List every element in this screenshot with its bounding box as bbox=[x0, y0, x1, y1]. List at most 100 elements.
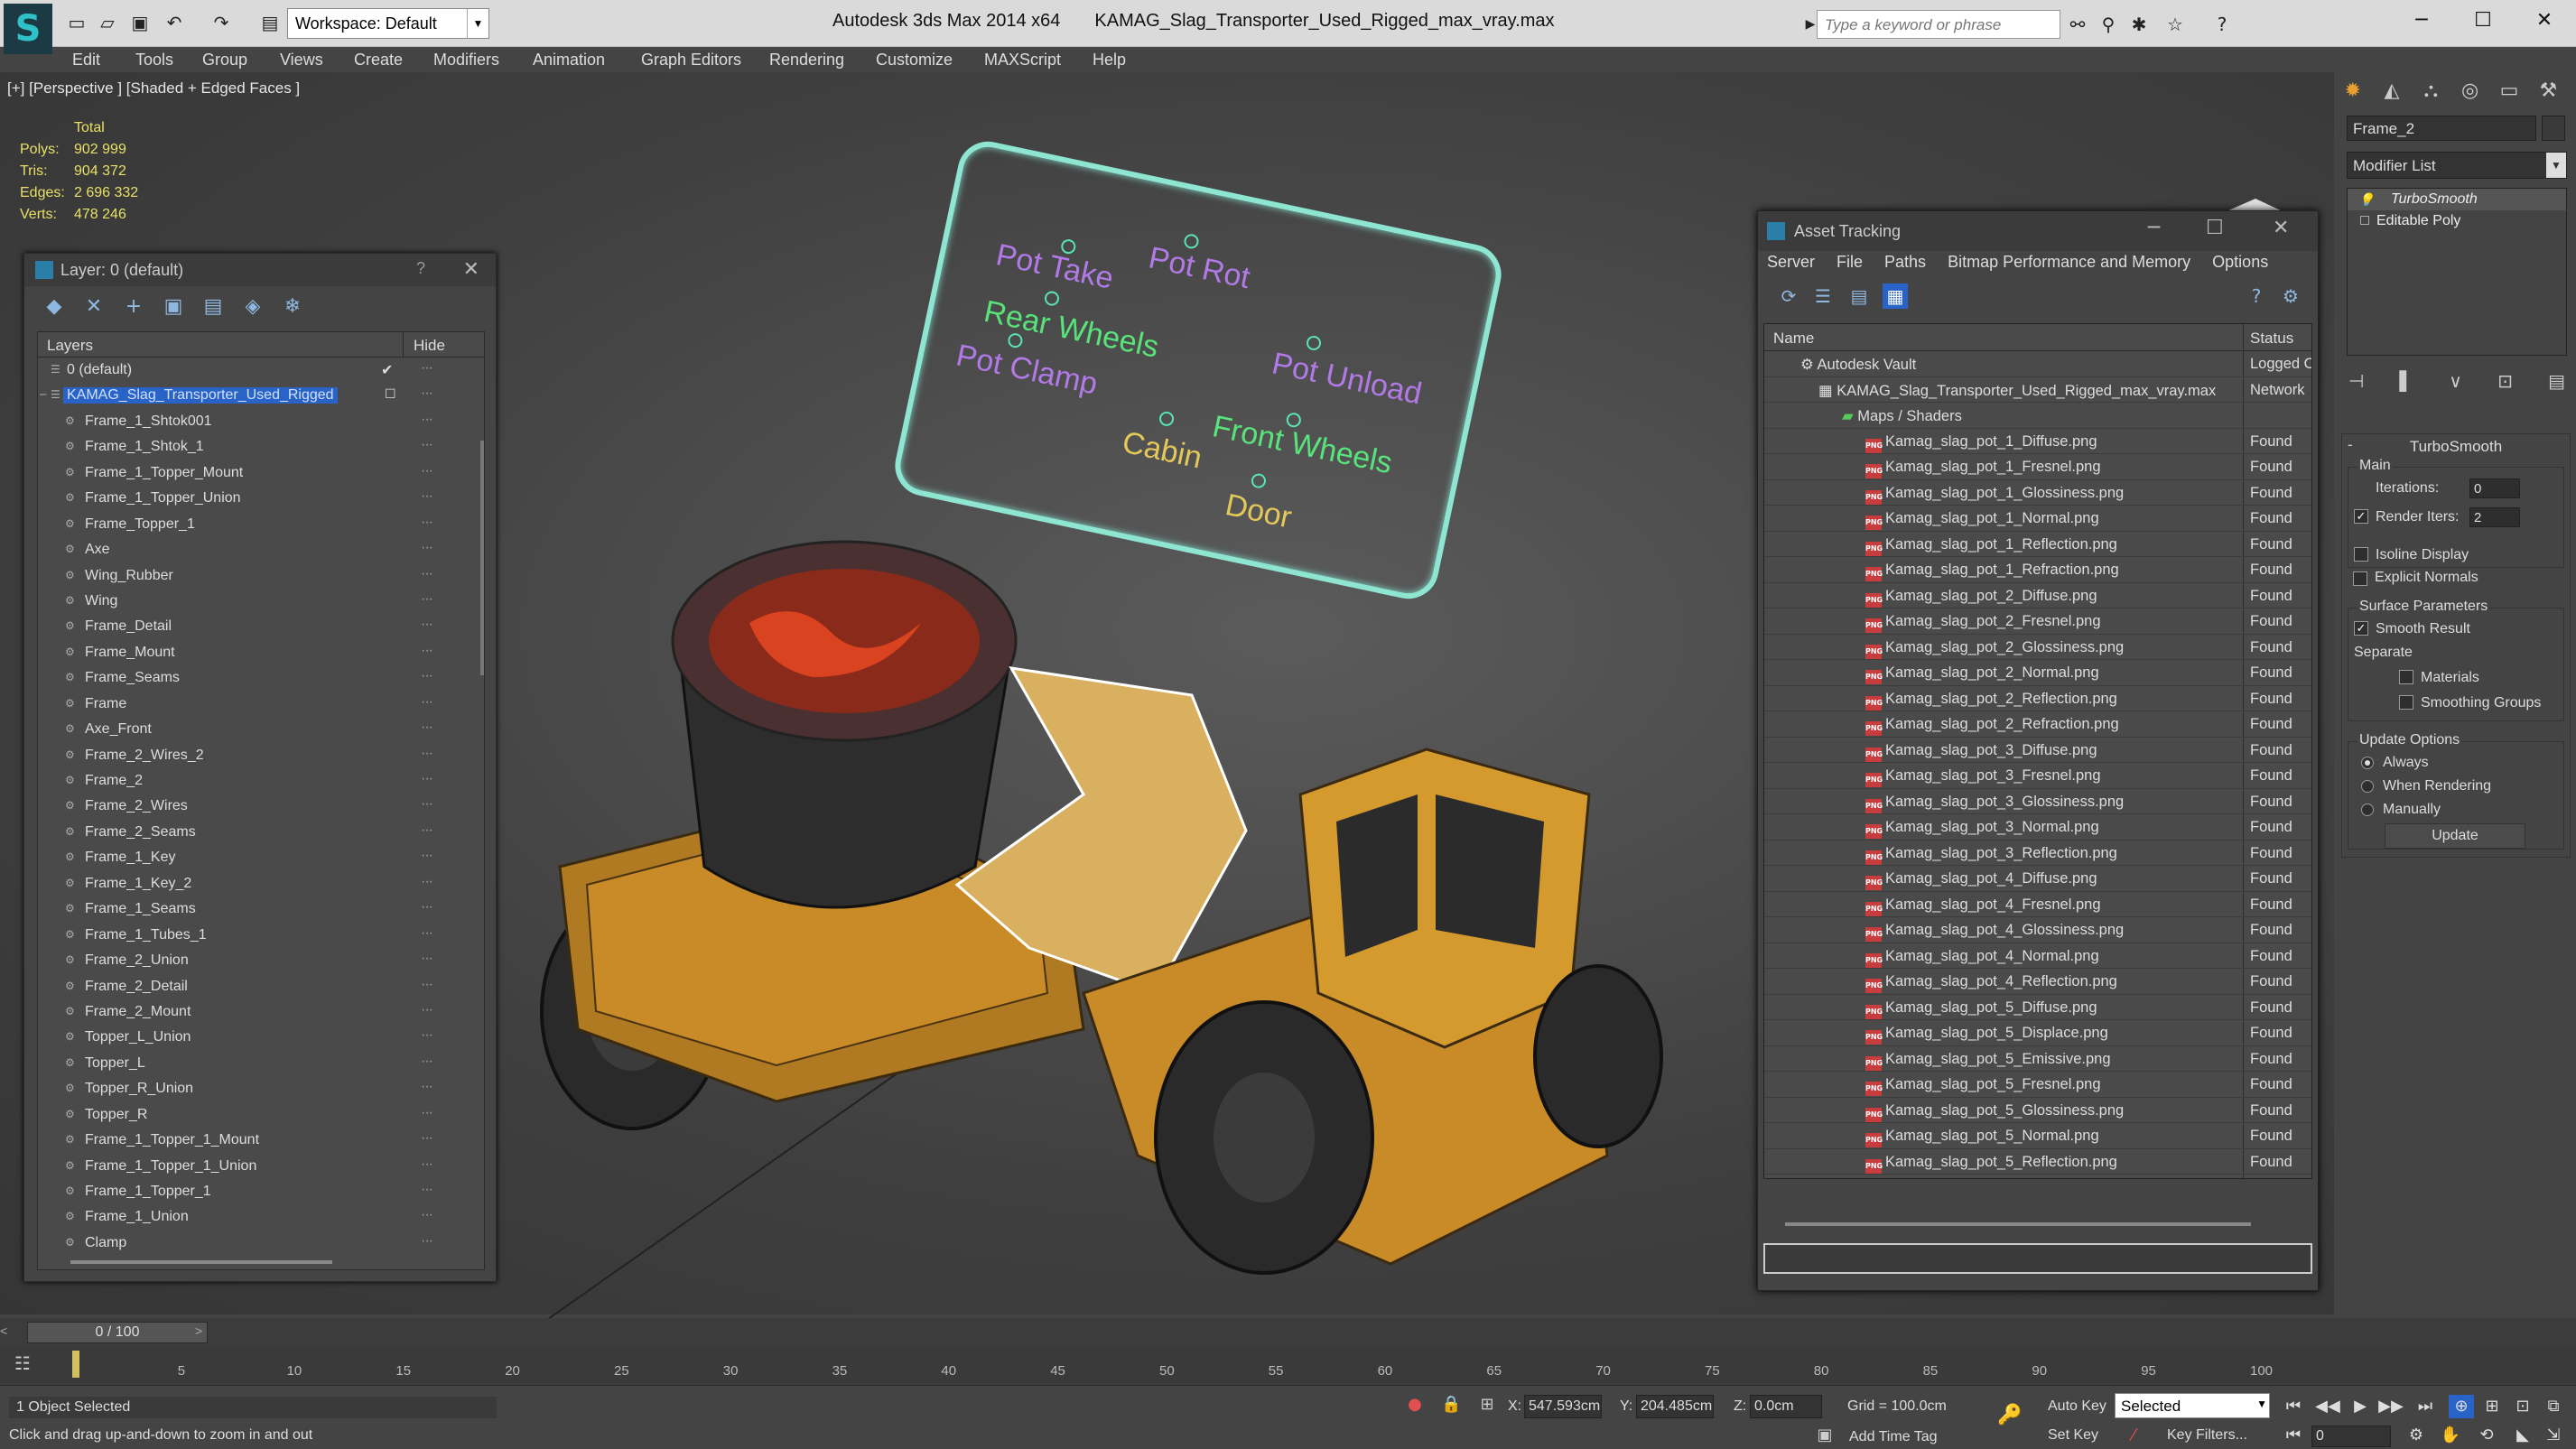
close-icon[interactable]: ✕ bbox=[2525, 5, 2564, 36]
go-to-end-icon[interactable]: ⏭ bbox=[2413, 1395, 2438, 1418]
hide-toggle[interactable]: ··· bbox=[421, 822, 433, 839]
next-frame-icon[interactable]: > bbox=[195, 1324, 202, 1338]
rig-control-handle[interactable] bbox=[1250, 472, 1268, 490]
asset-file-row[interactable]: PNG Kamag_slag_pot_4_Diffuse.png Found bbox=[1764, 866, 2311, 892]
subscription-icon[interactable]: ⚲ bbox=[2095, 11, 2122, 38]
set-active-checkbox[interactable]: ☐ bbox=[385, 386, 396, 402]
stack-item-editable-poly[interactable]: Editable Poly bbox=[2348, 210, 2566, 232]
layer-object-row[interactable]: ⚙ Frame_Mount ··· bbox=[38, 640, 484, 665]
layer-list[interactable]: Layers Hide ☰ 0 (default) ✔ ··· ─ ☰ KAMA… bbox=[37, 331, 485, 1270]
layer-object-row[interactable]: ⚙ Frame_2_Wires ··· bbox=[38, 794, 484, 819]
rig-control-handle[interactable] bbox=[1158, 410, 1176, 428]
rig-label-pot-take[interactable]: Pot Take bbox=[993, 237, 1117, 297]
layer-panel-titlebar[interactable]: Layer: 0 (default) ? ✕ bbox=[24, 254, 496, 286]
layer-object-row[interactable]: ⚙ Frame_Detail ··· bbox=[38, 614, 484, 639]
key-filters-button[interactable]: Key Filters... bbox=[2167, 1427, 2247, 1444]
play-icon[interactable]: ▶ bbox=[2348, 1395, 2373, 1418]
layer-object-row[interactable]: ⚙ Frame_2_Mount ··· bbox=[38, 999, 484, 1025]
hide-toggle[interactable]: ··· bbox=[421, 796, 433, 813]
asset-menu-paths[interactable]: Paths bbox=[1884, 251, 1926, 278]
pan-icon[interactable]: ✋ bbox=[2438, 1424, 2463, 1447]
hierarchy-tab-icon[interactable]: ⛬ bbox=[2416, 78, 2446, 105]
zoom-all-icon[interactable]: ⊞ bbox=[2479, 1395, 2505, 1418]
hide-toggle[interactable]: ··· bbox=[421, 437, 433, 453]
hide-toggle[interactable]: ··· bbox=[421, 977, 433, 993]
layer-object-row[interactable]: ⚙ Frame_1_Shtok001 ··· bbox=[38, 409, 484, 434]
rig-label-cabin[interactable]: Cabin bbox=[1120, 425, 1205, 477]
absolute-mode-icon[interactable]: ⊞ bbox=[1477, 1395, 1497, 1416]
asset-file-row[interactable]: PNG Kamag_slag_pot_1_Refraction.png Found bbox=[1764, 557, 2311, 583]
layer-object-row[interactable]: ⚙ Frame_1_Tubes_1 ··· bbox=[38, 923, 484, 948]
project-folder-icon[interactable]: ▤ bbox=[256, 9, 284, 36]
layer-object-row[interactable]: ⚙ Topper_R ··· bbox=[38, 1102, 484, 1128]
undo-icon[interactable]: ↶ bbox=[161, 9, 188, 36]
layer-object-row[interactable]: ⚙ Frame_1_Key_2 ··· bbox=[38, 871, 484, 896]
isoline-checkbox[interactable] bbox=[2354, 547, 2368, 562]
hide-toggle[interactable]: ··· bbox=[421, 848, 433, 864]
hide-toggle[interactable]: ··· bbox=[421, 488, 433, 505]
rig-control-handle[interactable] bbox=[1043, 290, 1061, 308]
track-bar[interactable]: ☷ 5 10 15 20 25 30 35 40 45 50 55 60 65 70 75 80 85 90 95 1… bbox=[0, 1347, 2576, 1385]
layer-object-row[interactable]: ⚙ Frame_2 ··· bbox=[38, 768, 484, 794]
asset-file-row[interactable]: PNG Kamag_slag_pot_3_Fresnel.png Found bbox=[1764, 763, 2311, 789]
close-icon[interactable]: ✕ bbox=[463, 257, 479, 281]
layer-object-row[interactable]: ⚙ Frame_1_Key ··· bbox=[38, 845, 484, 870]
layer-object-row[interactable]: ⚙ Frame_1_Topper_1 ··· bbox=[38, 1179, 484, 1204]
asset-file-row[interactable]: PNG Kamag_slag_pot_5_Fresnel.png Found bbox=[1764, 1072, 2311, 1098]
vertical-scrollbar[interactable] bbox=[480, 441, 484, 675]
maximize-icon[interactable]: ☐ bbox=[2206, 217, 2224, 239]
table-view-icon[interactable]: ▦ bbox=[1883, 283, 1908, 309]
search-input[interactable]: Type a keyword or phrase bbox=[1817, 10, 2060, 39]
select-objects-icon[interactable]: ▣ bbox=[160, 293, 187, 320]
orbit-icon[interactable]: ⟲ bbox=[2474, 1424, 2499, 1447]
hide-toggle[interactable]: ··· bbox=[421, 925, 433, 942]
hide-toggle[interactable]: ··· bbox=[421, 540, 433, 556]
modifier-list-dropdown[interactable]: Modifier List ▼ bbox=[2347, 152, 2567, 179]
hide-toggle[interactable]: ··· bbox=[421, 668, 433, 684]
remove-modifier-icon[interactable]: ⊡ bbox=[2497, 370, 2513, 397]
y-coordinate-field[interactable]: 204.485cm bbox=[1636, 1395, 1714, 1418]
hide-toggle[interactable]: ··· bbox=[421, 1182, 433, 1198]
asset-file-row[interactable]: PNG Kamag_slag_pot_4_Reflection.png Found bbox=[1764, 969, 2311, 995]
when-rendering-radio[interactable] bbox=[2361, 780, 2374, 793]
asset-file-row[interactable]: PNG Kamag_slag_pot_4_Glossiness.png Found bbox=[1764, 917, 2311, 943]
asset-tracking-titlebar[interactable]: Asset Tracking ─ ☐ ✕ bbox=[1758, 211, 2318, 251]
menu-rendering[interactable]: Rendering bbox=[769, 47, 844, 73]
rollout-header[interactable]: - TurboSmooth bbox=[2342, 434, 2570, 458]
viewport-label[interactable]: [+] [Perspective ] [Shaded + Edged Faces… bbox=[7, 79, 300, 98]
menu-maxscript[interactable]: MAXScript bbox=[984, 47, 1061, 73]
layer-row-default[interactable]: ☰ 0 (default) ✔ ··· bbox=[38, 358, 484, 383]
minimize-icon[interactable]: ─ bbox=[2402, 5, 2441, 36]
hide-toggle[interactable]: ··· bbox=[421, 385, 433, 402]
layer-row-selected[interactable]: ─ ☰ KAMAG_Slag_Transporter_Used_Rigged ☐… bbox=[38, 383, 484, 408]
go-to-start-icon[interactable]: ⏮ bbox=[2281, 1395, 2306, 1418]
redo-icon[interactable]: ↷ bbox=[208, 9, 235, 36]
materials-checkbox[interactable] bbox=[2399, 670, 2413, 684]
detail-view-icon[interactable]: ▤ bbox=[1846, 283, 1872, 309]
layer-object-row[interactable]: ⚙ Frame_Topper_1 ··· bbox=[38, 512, 484, 537]
layer-object-row[interactable]: ⚙ Axe_Front ··· bbox=[38, 717, 484, 742]
asset-file-row[interactable]: PNG Kamag_slag_pot_3_Diffuse.png Found bbox=[1764, 738, 2311, 763]
always-radio[interactable] bbox=[2361, 757, 2374, 769]
hide-toggle[interactable]: ··· bbox=[421, 617, 433, 633]
maximize-viewport-icon[interactable]: ⧉ bbox=[2541, 1395, 2566, 1418]
smooth-result-checkbox[interactable]: ✓ bbox=[2354, 621, 2368, 636]
time-slider[interactable]: < 0 / 100 > bbox=[0, 1318, 2576, 1347]
previous-key-icon[interactable]: ◀◀ bbox=[2315, 1395, 2340, 1418]
key-filter-icon[interactable]: ⁄ bbox=[2124, 1426, 2144, 1447]
asset-file-row[interactable]: PNG Kamag_slag_pot_4_Normal.png Found bbox=[1764, 943, 2311, 969]
asset-file-row[interactable]: PNG Kamag_slag_pot_1_Fresnel.png Found bbox=[1764, 454, 2311, 480]
layer-object-row[interactable]: ⚙ Frame_2_Detail ··· bbox=[38, 974, 484, 999]
menu-help[interactable]: Help bbox=[1093, 47, 1126, 73]
menu-create[interactable]: Create bbox=[354, 47, 403, 73]
hide-toggle[interactable]: ··· bbox=[421, 643, 433, 659]
show-end-result-icon[interactable]: ▌ bbox=[2400, 370, 2413, 397]
highlight-layer-icon[interactable]: ▤ bbox=[200, 293, 227, 320]
vehicle-model[interactable] bbox=[506, 524, 1752, 1336]
delete-layer-icon[interactable]: ✕ bbox=[80, 293, 107, 320]
hide-toggle[interactable]: ··· bbox=[421, 1156, 433, 1173]
zoom-icon[interactable]: ⊕ bbox=[2449, 1395, 2474, 1418]
add-time-tag[interactable]: Add Time Tag bbox=[1849, 1429, 1938, 1445]
asset-file-row[interactable]: PNG Kamag_slag_pot_4_Fresnel.png Found bbox=[1764, 892, 2311, 917]
hide-toggle[interactable]: ··· bbox=[421, 1027, 433, 1044]
